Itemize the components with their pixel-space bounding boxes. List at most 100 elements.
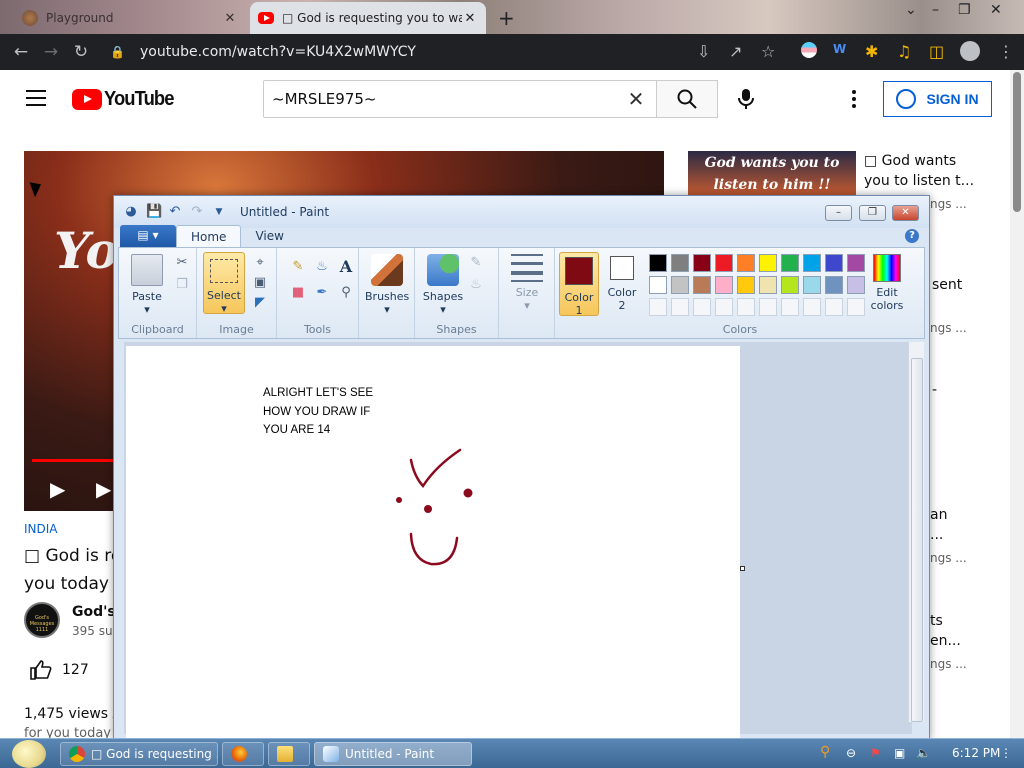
crop-icon[interactable]: ⌖ [251, 254, 269, 272]
select-button[interactable]: Select ▾ [203, 252, 245, 315]
palette-swatch[interactable] [759, 276, 777, 294]
clock[interactable]: 6:12 PM [952, 746, 1000, 760]
undo-icon[interactable]: ↶ [168, 205, 182, 219]
extension-flag-icon[interactable] [801, 42, 817, 58]
palette-swatch[interactable] [803, 298, 821, 316]
back-arrow-icon[interactable]: ← [6, 42, 36, 62]
color1-button[interactable]: Color 1 [559, 252, 599, 317]
brushes-button[interactable]: Brushes ▾ [365, 254, 409, 316]
paint-title-bar[interactable]: ◕ 💾 ↶ ↷ ▼ Untitled - Paint [114, 196, 929, 228]
quick-access-dropdown-icon[interactable]: ▼ [212, 205, 226, 219]
text-tool-icon[interactable]: A [337, 258, 355, 276]
play-icon[interactable]: ▶ [50, 477, 65, 501]
video-hashtag[interactable]: INDIA [24, 522, 58, 536]
clear-search-icon[interactable]: ✕ [616, 87, 656, 111]
palette-swatch[interactable] [803, 276, 821, 294]
tab-home[interactable]: Home [176, 225, 242, 247]
canvas-resize-handle[interactable] [740, 566, 745, 571]
recommended-title[interactable]: - [932, 380, 937, 400]
recommended-title[interactable]: □ God wants you to listen t... [864, 151, 974, 191]
fill-bucket-icon[interactable]: ♨ [313, 258, 331, 276]
tab-youtube-video[interactable]: □ God is requesting you to watch ✕ [250, 2, 486, 34]
search-magnifier-tray-icon[interactable]: ⚲ [820, 744, 830, 760]
pencil-icon[interactable]: ✎ [289, 258, 307, 276]
shapes-button[interactable]: Shapes ▾ [421, 254, 465, 316]
canvas-vertical-scrollbar[interactable] [908, 342, 924, 722]
palette-swatch[interactable] [715, 298, 733, 316]
copy-icon[interactable]: ❐ [173, 276, 191, 294]
palette-swatch[interactable] [693, 276, 711, 294]
tab-view[interactable]: View [241, 225, 297, 247]
paint-app-icon[interactable]: ◕ [124, 205, 138, 219]
resize-icon[interactable]: ▣ [251, 274, 269, 292]
close-tab-icon[interactable]: ✕ [222, 11, 238, 26]
outline-icon[interactable]: ✎ [467, 254, 485, 272]
eraser-icon[interactable]: ■ [289, 284, 307, 302]
new-tab-button[interactable]: + [498, 6, 515, 30]
palette-swatch[interactable] [671, 254, 689, 272]
page-scrollbar[interactable] [1010, 70, 1024, 738]
palette-swatch[interactable] [759, 298, 777, 316]
close-window-button[interactable]: ✕ [990, 2, 1002, 18]
extension-word-icon[interactable]: W [833, 42, 846, 56]
palette-swatch[interactable] [825, 254, 843, 272]
paint-maximize-button[interactable]: ❐ [859, 205, 886, 221]
palette-swatch[interactable] [671, 276, 689, 294]
palette-swatch[interactable] [737, 298, 755, 316]
hamburger-menu-icon[interactable] [26, 90, 46, 106]
magnifier-icon[interactable]: ⚲ [337, 284, 355, 302]
palette-swatch[interactable] [649, 298, 667, 316]
palette-swatch[interactable] [803, 254, 821, 272]
paint-close-button[interactable]: ✕ [892, 205, 919, 221]
recommended-thumbnail[interactable]: God wants you to listen to him !! [688, 151, 856, 195]
palette-swatch[interactable] [781, 298, 799, 316]
taskbar-paint[interactable]: Untitled - Paint [314, 742, 472, 766]
search-box[interactable]: ✕ [263, 80, 657, 118]
settings-more-icon[interactable] [852, 90, 856, 111]
tray-flag-icon[interactable]: ⚑ [870, 746, 881, 760]
edit-colors-button[interactable]: Edit colors [863, 254, 911, 312]
drawing-canvas[interactable]: ALRIGHT LET'S SEE HOW YOU DRAW IF YOU AR… [126, 346, 740, 742]
palette-swatch[interactable] [671, 298, 689, 316]
network-icon[interactable]: ▣ [894, 746, 905, 760]
color2-button[interactable]: Color 2 [603, 256, 641, 312]
canvas-scroll-thumb[interactable] [911, 358, 923, 722]
recommended-title[interactable]: ts en... [930, 611, 961, 651]
palette-swatch[interactable] [737, 276, 755, 294]
install-app-icon[interactable]: ⇩ [697, 42, 710, 61]
recommended-title[interactable]: an ... [930, 505, 947, 545]
share-icon[interactable]: ↗ [729, 42, 742, 61]
palette-swatch[interactable] [715, 254, 733, 272]
reload-icon[interactable]: ↻ [66, 42, 96, 62]
palette-swatch[interactable] [781, 276, 799, 294]
paint-file-menu-button[interactable]: ▤ ▾ [120, 225, 176, 247]
tab-playground[interactable]: Playground ✕ [14, 2, 246, 34]
media-controls-icon[interactable]: ♫ [897, 42, 911, 61]
palette-swatch[interactable] [825, 298, 843, 316]
fill-icon[interactable]: ♨ [467, 276, 485, 294]
palette-swatch[interactable] [693, 254, 711, 272]
close-tab-icon[interactable]: ✕ [462, 11, 478, 26]
start-orb-icon[interactable] [12, 740, 46, 768]
palette-swatch[interactable] [759, 254, 777, 272]
channel-avatar[interactable]: God's Messages 1111 [24, 602, 60, 638]
help-icon[interactable]: ? [905, 229, 919, 243]
search-input[interactable] [272, 90, 616, 108]
recommended-title[interactable]: sent [932, 275, 962, 295]
size-button[interactable]: Size ▾ [507, 254, 547, 312]
palette-swatch[interactable] [825, 276, 843, 294]
search-button[interactable] [656, 80, 718, 118]
restore-window-button[interactable]: ❐ [958, 2, 971, 18]
voice-search-mic-icon[interactable] [736, 88, 756, 110]
color-picker-icon[interactable]: ✒ [313, 284, 331, 302]
palette-swatch[interactable] [693, 298, 711, 316]
paste-button[interactable]: Paste ▾ [127, 254, 167, 316]
profile-avatar-icon[interactable] [960, 41, 980, 61]
palette-swatch[interactable] [649, 254, 667, 272]
save-icon[interactable]: 💾 [146, 205, 162, 219]
palette-swatch[interactable] [781, 254, 799, 272]
cut-icon[interactable]: ✂ [173, 254, 191, 272]
like-button[interactable]: 127 [30, 660, 89, 680]
forward-arrow-icon[interactable]: → [36, 42, 66, 62]
youtube-logo[interactable]: YouTube [72, 88, 180, 111]
